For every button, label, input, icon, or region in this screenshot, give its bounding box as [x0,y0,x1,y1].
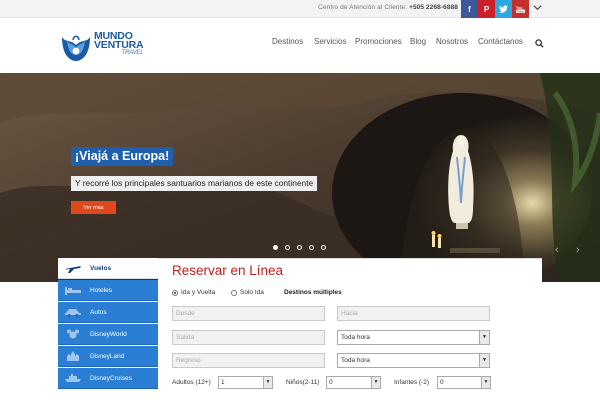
slider-next-arrow-icon[interactable]: › [576,244,580,256]
tab-label: DisneyCruises [90,374,132,382]
nav-item-contactanos[interactable]: Contáctanos [478,37,523,46]
select-value: 0 [440,379,444,386]
tab-hoteles[interactable]: Hoteles [58,280,158,301]
logo-line-2: VENTURA [94,39,144,51]
search-icon[interactable] [535,35,545,48]
top-bar: Centro de Atención al Cliente: +505 2268… [0,0,600,18]
hero-cta-button[interactable]: Ver mas [71,201,116,214]
select-value: 0 [329,379,333,386]
pinterest-icon[interactable]: P [478,0,495,18]
radio-round-trip[interactable]: Ida y Vuelta [172,289,215,296]
radio-button[interactable] [172,289,178,296]
slider-dot-5[interactable] [321,245,326,250]
tab-disneycruises[interactable]: DisneyCruises [58,368,158,389]
nav-item-blog[interactable]: Blog [410,37,426,46]
tab-label: Vuelos [90,264,112,272]
mickey-icon [62,328,84,340]
dropdown-caret-icon: ▼ [371,377,380,388]
castle-icon [62,350,84,362]
children-select[interactable]: 0 ▼ [326,376,381,389]
tab-disneyworld[interactable]: DisneyWorld [58,324,158,345]
slider-dot-3[interactable] [297,245,302,250]
tab-label: DisneyWorld [90,330,127,338]
logo-mark-icon[interactable] [58,29,94,65]
contact-phone[interactable]: +505 2268-6888 [409,4,458,11]
chevron-down-icon[interactable] [533,3,542,14]
depart-date-input[interactable]: Salida [172,330,325,345]
tab-autos[interactable]: Autos [58,302,158,323]
radio-label: Ida y Vuelta [181,289,216,296]
adults-select[interactable]: 1 ▼ [218,376,273,389]
site-header: MUNDO VENTURA TRAVEL Destinos Servicios … [0,19,600,73]
radio-one-way[interactable]: Solo Ida [231,289,264,296]
depart-time-select[interactable]: Toda hora ▼ [337,330,490,345]
to-input[interactable]: Hacia [337,306,490,321]
booking-tabs: Vuelos Hoteles Autos DisneyWorld DisneyL… [58,258,158,400]
nav-item-promociones[interactable]: Promociones [355,37,402,46]
twitter-icon[interactable] [495,0,512,18]
tab-label: Autos [90,308,107,316]
select-value: Toda hora [341,357,370,364]
slider-dot-1[interactable] [273,245,278,250]
facebook-icon[interactable]: f [461,0,478,18]
slider-dot-4[interactable] [309,245,314,250]
dropdown-caret-icon: ▼ [481,377,490,388]
dropdown-caret-icon: ▼ [263,377,272,388]
adults-label: Adultos (12+) [172,379,211,386]
svg-text:Tube: Tube [517,9,524,13]
from-input[interactable]: Desde [172,306,325,321]
tab-vuelos[interactable]: Vuelos [58,258,158,279]
tab-label: DisneyLand [90,352,125,360]
bed-icon [62,284,84,296]
infants-select[interactable]: 0 ▼ [437,376,491,389]
contact-label: Centro de Atención al Cliente: [318,4,408,11]
car-icon [62,306,84,318]
ship-icon [62,372,84,384]
nav-item-nosotros[interactable]: Nosotros [436,37,468,46]
select-value: Toda hora [341,334,370,341]
dropdown-caret-icon: ▼ [479,354,489,367]
contact-info: Centro de Atención al Cliente: +505 2268… [318,4,458,11]
slider-dot-2[interactable] [285,245,290,250]
hero-title: ¡Viajá a Europa! [71,147,174,166]
multi-destination-link[interactable]: Destinos múltiples [284,289,342,296]
logo-line-3: TRAVEL [121,50,144,56]
plane-icon [62,262,84,274]
logo-text[interactable]: MUNDO VENTURA TRAVEL [94,31,144,57]
infants-label: Infantes (-2) [394,379,430,386]
children-label: Niños(2-11) [286,379,320,386]
dropdown-caret-icon: ▼ [479,331,489,344]
return-time-select[interactable]: Toda hora ▼ [337,353,490,368]
booking-title: Reservar en Línea [172,263,284,278]
tab-label: Hoteles [90,286,113,294]
slider-prev-arrow-icon[interactable]: ‹ [555,244,559,256]
hero-subtitle: Y recorré los principales santuarios mar… [71,176,318,191]
return-date-input[interactable]: Regreso [172,353,325,368]
select-value: 1 [221,379,225,386]
radio-label: Solo Ida [240,289,264,296]
nav-item-servicios[interactable]: Servicios [314,37,346,46]
youtube-icon[interactable]: You Tube [512,0,529,18]
nav-item-destinos[interactable]: Destinos [272,37,303,46]
radio-button[interactable] [231,289,237,296]
tab-disneyland[interactable]: DisneyLand [58,346,158,367]
